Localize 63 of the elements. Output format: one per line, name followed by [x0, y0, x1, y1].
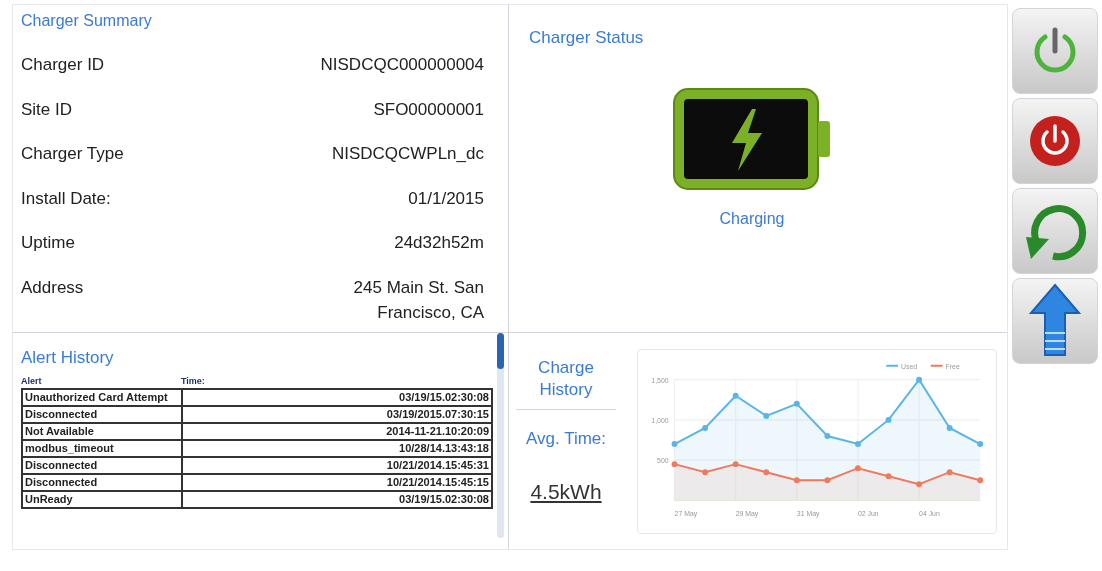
data-point	[977, 476, 984, 483]
field-value: 24d32h52m	[393, 232, 484, 254]
field-value: NISDCQC000000004	[319, 54, 484, 76]
data-point	[824, 476, 831, 483]
table-cell: 10/21/2014.15:45:31	[182, 457, 492, 474]
field-label: Site ID	[21, 98, 73, 121]
section-title: Charge History	[537, 357, 595, 401]
field-value: 01/1/2015	[407, 187, 484, 210]
field-label: Charger ID	[21, 54, 105, 76]
field-label: Address	[21, 276, 84, 299]
data-point	[855, 464, 861, 471]
average-label: Avg. Time:	[526, 428, 606, 450]
table-cell: modbus_timeout	[22, 440, 182, 457]
section-title: Alert History	[21, 347, 115, 369]
table-cell: 03/19/15.02:30:08	[182, 389, 492, 406]
average-value: 4.5kWh	[530, 478, 602, 505]
battery-charging-icon	[672, 86, 832, 191]
column-header: Time:	[181, 374, 205, 388]
data-point	[946, 424, 953, 431]
action-button[interactable]	[1012, 188, 1098, 274]
section-title: Charger Status	[529, 27, 645, 49]
data-point	[702, 468, 709, 475]
data-point	[916, 480, 923, 487]
data-point	[916, 376, 923, 383]
table-cell: Unauthorized Card Attempt	[22, 389, 182, 406]
table-cell: UnReady	[22, 491, 182, 508]
table-cell: 03/19/2015.07:30:15	[182, 406, 492, 423]
table-cell: Disconnected	[22, 474, 182, 491]
field-label: Charger Type	[21, 143, 124, 165]
data-point	[824, 432, 831, 439]
data-point	[763, 412, 770, 419]
data-point	[793, 400, 800, 407]
action-button[interactable]	[1012, 98, 1098, 184]
field-value: NISDCQCWPLn_dc	[330, 143, 484, 165]
table-cell: 03/19/15.02:30:08	[182, 491, 492, 508]
field-value: SFO00000001	[372, 98, 484, 121]
data-point	[702, 424, 709, 431]
data-point	[671, 460, 678, 467]
up-arrow-icon	[1029, 283, 1081, 359]
field-label: Uptime	[21, 232, 75, 254]
data-point	[977, 440, 984, 447]
data-point	[855, 440, 861, 447]
status-text: Charging	[719, 208, 785, 229]
data-point	[946, 468, 953, 475]
column-header: Alert	[21, 374, 43, 388]
data-point	[793, 476, 800, 483]
field-value: 245 Main St. San Francisco, CA	[352, 276, 484, 324]
data-point	[885, 416, 892, 423]
action-button[interactable]	[1012, 278, 1098, 364]
table-cell: Not Available	[22, 423, 182, 440]
table-cell: 10/21/2014.15:45:15	[182, 474, 492, 491]
data-point	[732, 392, 739, 399]
table-cell: 2014-11-21.10:20:09	[182, 423, 492, 440]
power-icon	[1028, 114, 1082, 168]
data-point	[885, 472, 892, 479]
data-point	[732, 460, 739, 467]
table-cell: Disconnected	[22, 457, 182, 474]
data-point	[763, 468, 770, 475]
field-label: Install Date:	[21, 187, 111, 210]
table-cell: Disconnected	[22, 406, 182, 423]
section-title: Charger Summary	[21, 11, 153, 31]
table-cell: 10/28/14.13:43:18	[182, 440, 492, 457]
data-point	[671, 440, 678, 447]
